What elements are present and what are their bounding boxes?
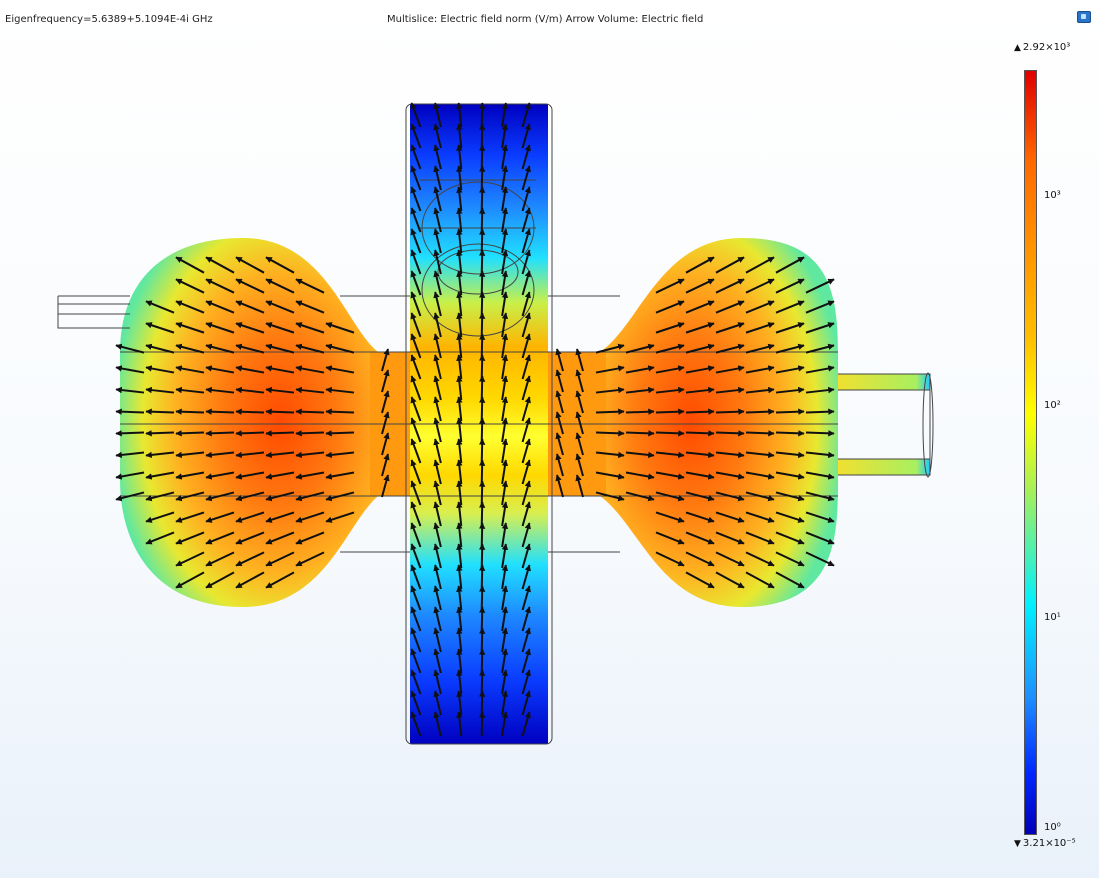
- field-arrow: [715, 430, 745, 437]
- field-arrow: [478, 711, 486, 737]
- field-arrow: [478, 207, 486, 233]
- field-arrow: [295, 430, 325, 437]
- field-arrow: [478, 438, 486, 464]
- field-arrow: [478, 144, 486, 170]
- field-arrow: [205, 408, 235, 415]
- right-coupler-top: [838, 374, 930, 390]
- field-arrow: [115, 408, 145, 415]
- field-arrow: [175, 408, 205, 415]
- field-arrow: [325, 408, 355, 415]
- field-arrow: [265, 408, 295, 415]
- field-arrow: [478, 396, 486, 422]
- field-arrow: [478, 249, 486, 275]
- field-arrow: [295, 408, 325, 415]
- field-arrow: [478, 312, 486, 338]
- field-arrow: [625, 408, 655, 415]
- field-arrow: [655, 430, 685, 437]
- field-arrow: [478, 606, 486, 632]
- field-arrow: [478, 648, 486, 674]
- window-icon[interactable]: [1077, 11, 1091, 23]
- field-arrow: [478, 186, 486, 212]
- field-arrow: [478, 165, 486, 191]
- colorbar: [1024, 70, 1037, 835]
- field-arrow: [685, 430, 715, 437]
- field-arrow: [478, 354, 486, 380]
- field-arrow: [478, 102, 486, 128]
- right-coupler-bottom: [838, 459, 930, 475]
- field-arrow: [685, 408, 715, 415]
- field-arrow: [478, 375, 486, 401]
- field-arrow: [478, 522, 486, 548]
- colorbar-min: ▼ 3.21×10⁻⁵: [1014, 838, 1076, 849]
- field-arrow: [478, 459, 486, 485]
- field-arrow: [625, 430, 655, 437]
- field-arrow: [715, 408, 745, 415]
- field-arrow: [175, 430, 205, 437]
- field-arrow: [478, 228, 486, 254]
- field-arrow: [478, 480, 486, 506]
- field-arrow: [205, 430, 235, 437]
- field-arrow: [775, 408, 805, 415]
- field-arrow: [478, 123, 486, 149]
- field-arrow: [235, 408, 265, 415]
- field-arrow: [265, 430, 295, 437]
- field-arrow: [775, 430, 805, 437]
- field-arrow: [478, 291, 486, 317]
- field-arrow: [745, 408, 775, 415]
- triangle-down-icon: ▼: [1014, 839, 1021, 849]
- field-arrow: [115, 430, 145, 437]
- field-arrow: [478, 543, 486, 569]
- right-cavity: [600, 238, 838, 607]
- field-arrow: [145, 430, 175, 437]
- field-arrow: [478, 585, 486, 611]
- field-plot: [57, 102, 934, 745]
- left-cavity: [120, 238, 378, 607]
- field-arrow: [325, 430, 355, 437]
- field-arrow: [478, 690, 486, 716]
- colorbar-tick: 10¹: [1044, 612, 1061, 623]
- field-arrow: [478, 627, 486, 653]
- field-arrow: [595, 408, 625, 415]
- colorbar-tick: 10²: [1044, 400, 1061, 411]
- field-arrow: [745, 430, 775, 437]
- field-arrow: [145, 408, 175, 415]
- field-arrow: [805, 408, 835, 415]
- field-arrow: [235, 430, 265, 437]
- colorbar-max: ▲ 2.92×10³: [1014, 42, 1071, 53]
- field-arrow: [595, 430, 625, 437]
- field-arrow: [478, 270, 486, 296]
- field-arrow: [478, 501, 486, 527]
- field-arrow: [478, 669, 486, 695]
- field-arrow: [478, 417, 486, 443]
- colorbar-tick: 10⁰: [1044, 822, 1061, 833]
- colorbar-tick: 10³: [1044, 190, 1061, 201]
- field-arrow: [478, 564, 486, 590]
- triangle-up-icon: ▲: [1014, 43, 1021, 53]
- field-arrow: [805, 430, 835, 437]
- field-arrow: [655, 408, 685, 415]
- field-arrow: [478, 333, 486, 359]
